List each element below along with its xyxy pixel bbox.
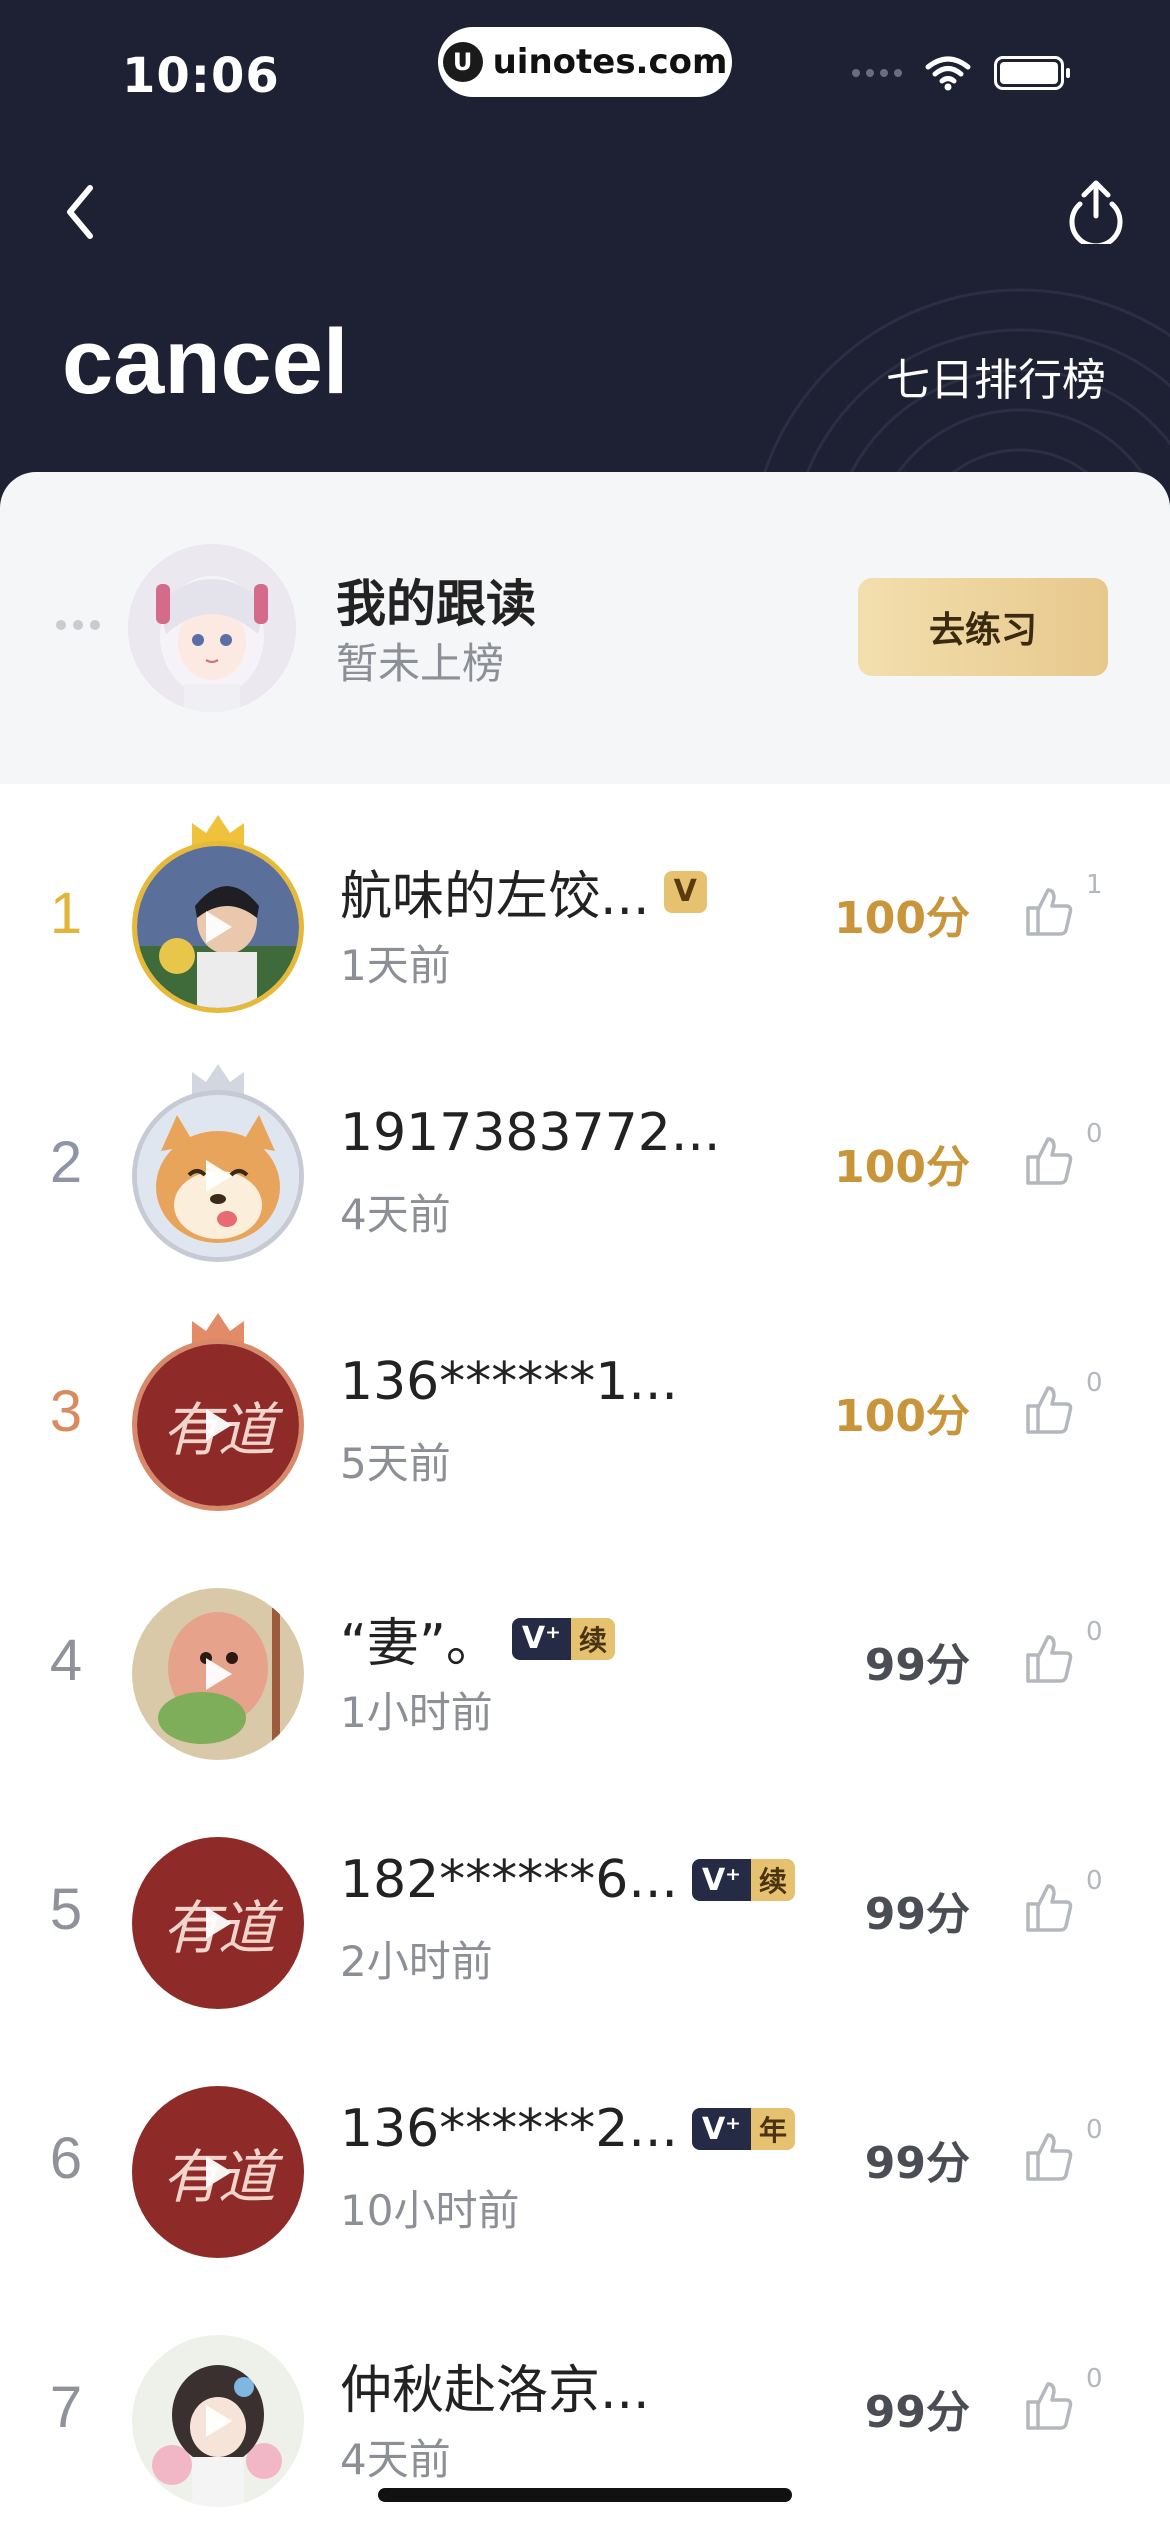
uinotes-logo-icon: U xyxy=(442,42,483,82)
thumbs-up-icon[interactable] xyxy=(1024,2380,1074,2432)
header: 10:06 U uinotes.com cancel 七日排行榜 xyxy=(0,0,1170,520)
rank-number: 3 xyxy=(49,1379,83,1444)
thumbs-up-icon[interactable] xyxy=(1024,1384,1074,1436)
status-time: 10:06 xyxy=(122,48,280,104)
post-time: 5天前 xyxy=(340,1439,451,1488)
thumbs-up-icon[interactable] xyxy=(1024,1633,1074,1685)
ranking-row[interactable]: 1 航味的左饺... V 1天前 100分 1 xyxy=(0,786,1170,1035)
score: 100分 xyxy=(834,1142,970,1193)
status-icons xyxy=(852,55,1070,91)
rank-number: 7 xyxy=(49,2375,83,2440)
score: 99分 xyxy=(864,1640,970,1691)
thumbs-up-icon[interactable] xyxy=(1024,886,1074,938)
vip-plus-badge: V⁺ 年 xyxy=(691,2108,796,2150)
my-reading-title: 我的跟读 xyxy=(336,575,536,633)
like-count: 0 xyxy=(1086,2115,1103,2145)
score: 100分 xyxy=(834,893,970,944)
user-name: 136******2... xyxy=(340,2099,678,2159)
ranking-row[interactable]: 3 有道 136******1... 5天前 100分 0 xyxy=(0,1284,1170,1533)
play-icon[interactable] xyxy=(206,2156,232,2188)
play-icon[interactable] xyxy=(206,1907,232,1939)
rank-number: 6 xyxy=(49,2126,83,2191)
score: 99分 xyxy=(864,2387,970,2438)
like-count: 0 xyxy=(1086,1119,1103,1149)
like-count: 0 xyxy=(1086,1617,1103,1647)
thumbs-up-icon[interactable] xyxy=(1024,2131,1074,2183)
user-name: 136******1... xyxy=(340,1352,678,1412)
ranking-row[interactable]: 4 “妻”。 V⁺ 续 1小时前 99分 0 xyxy=(0,1533,1170,1782)
practice-button[interactable]: 去练习 xyxy=(858,578,1108,676)
vip-badge: V xyxy=(663,870,707,913)
post-time: 1小时前 xyxy=(340,1688,493,1737)
thumbs-up-icon[interactable] xyxy=(1024,1882,1074,1934)
wifi-icon xyxy=(925,56,971,91)
ranking-row[interactable]: 6 有道 136******2... V⁺ 年 10小时前 99分 0 xyxy=(0,2031,1170,2280)
url-pill: U uinotes.com xyxy=(438,27,732,97)
url-text: uinotes.com xyxy=(492,42,728,82)
post-time: 1天前 xyxy=(340,941,451,990)
user-name: 航味的左饺... xyxy=(340,867,650,927)
thumbs-up-icon[interactable] xyxy=(1024,1135,1074,1187)
page-title: cancel xyxy=(62,311,349,413)
my-reading-card: 我的跟读 暂未上榜 去练习 xyxy=(0,472,1170,784)
user-name: 1917383772... xyxy=(340,1103,721,1163)
user-name: “妻”。 xyxy=(340,1614,498,1674)
score: 100分 xyxy=(834,1391,970,1442)
play-icon[interactable] xyxy=(206,1658,232,1690)
back-button[interactable] xyxy=(60,180,100,244)
rank-number: 4 xyxy=(49,1628,83,1693)
ranking-row[interactable]: 2 1917383772... 4天前 100分 0 xyxy=(0,1035,1170,1284)
ranking-list: 1 航味的左饺... V 1天前 100分 1 2 1917383772... … xyxy=(0,786,1170,2529)
home-indicator xyxy=(378,2488,792,2502)
vip-plus-badge: V⁺ 续 xyxy=(511,1617,615,1660)
post-time: 10小时前 xyxy=(340,2186,520,2235)
like-count: 0 xyxy=(1086,1866,1103,1896)
play-icon[interactable] xyxy=(206,2405,232,2437)
battery-icon xyxy=(994,56,1070,90)
my-avatar xyxy=(128,544,296,712)
play-icon[interactable] xyxy=(206,911,232,943)
score: 99分 xyxy=(864,2138,970,2189)
post-time: 4天前 xyxy=(340,1190,451,1239)
play-icon[interactable] xyxy=(206,1160,232,1192)
user-name: 仲秋赴洛京... xyxy=(340,2361,650,2421)
ranking-row[interactable]: 5 有道 182******6... V⁺ 续 2小时前 99分 0 xyxy=(0,1782,1170,2031)
vip-plus-badge: V⁺ 续 xyxy=(691,1859,796,1901)
share-button[interactable] xyxy=(1066,178,1126,244)
user-name: 182******6... xyxy=(340,1850,678,1910)
tab-seven-day-ranking[interactable]: 七日排行榜 xyxy=(886,344,1106,408)
post-time: 2小时前 xyxy=(340,1937,493,1986)
score: 99分 xyxy=(864,1889,970,1940)
rank-number: 2 xyxy=(49,1130,83,1195)
like-count: 0 xyxy=(1086,2364,1103,2394)
signal-icon xyxy=(852,69,902,77)
post-time: 4天前 xyxy=(340,2435,451,2484)
rank-number: 1 xyxy=(49,881,83,946)
play-icon[interactable] xyxy=(206,1409,232,1441)
like-count: 1 xyxy=(1086,870,1103,900)
my-rank-status: 暂未上榜 xyxy=(336,639,505,688)
like-count: 0 xyxy=(1086,1368,1103,1398)
rank-number: 5 xyxy=(49,1877,83,1942)
more-dots-icon xyxy=(56,620,100,630)
